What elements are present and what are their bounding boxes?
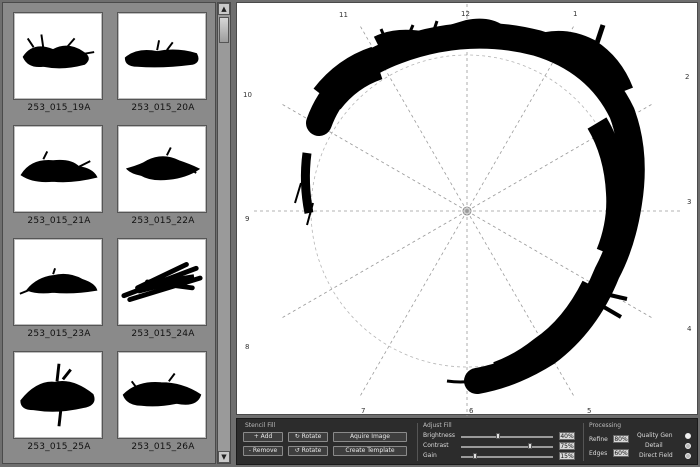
thumbnail-label: 253_015_22A xyxy=(131,216,195,226)
thumbnail-panel: 253_015_19A 253_015_20A 253_015_21A 253_… xyxy=(2,2,216,464)
adjust-group-title: Adjust Fill xyxy=(423,422,452,429)
clock-label-12: 12 xyxy=(461,10,470,18)
thumbnail-item[interactable]: 253_015_22A xyxy=(111,120,215,232)
thumbnail-image[interactable] xyxy=(117,125,207,213)
gain-slider-knob[interactable] xyxy=(472,453,477,459)
thumbnail-item[interactable]: 253_015_20A xyxy=(111,7,215,119)
detail-radio[interactable] xyxy=(685,443,691,449)
brightness-slider-knob[interactable] xyxy=(495,433,500,439)
thumbnail-label: 253_015_23A xyxy=(27,329,91,339)
app-window: 253_015_19A 253_015_20A 253_015_21A 253_… xyxy=(0,0,700,467)
thumbnail-image[interactable] xyxy=(117,12,207,100)
clock-label-7: 7 xyxy=(361,407,366,415)
clock-label-10: 10 xyxy=(243,91,252,99)
thumbnail-image[interactable] xyxy=(117,238,207,326)
clock-label-1: 1 xyxy=(573,10,578,18)
divider xyxy=(417,423,418,461)
scroll-thumb[interactable] xyxy=(219,17,229,43)
edges-value[interactable]: 60% xyxy=(613,449,629,457)
clock-label-4: 4 xyxy=(687,325,692,333)
thumbnail-item[interactable]: 253_015_19A xyxy=(7,7,111,119)
direct-field-radio[interactable] xyxy=(685,453,691,459)
scroll-up-arrow-icon[interactable]: ▲ xyxy=(218,3,230,15)
brightness-value[interactable]: 40% xyxy=(559,432,575,440)
thumbnail-item[interactable]: 253_015_23A xyxy=(7,233,111,345)
clock-label-6: 6 xyxy=(469,407,474,415)
scroll-down-arrow-icon[interactable]: ▼ xyxy=(218,451,230,463)
clock-label-2: 2 xyxy=(685,73,690,81)
thumbnail-item[interactable]: 253_015_25A xyxy=(7,346,111,458)
add-button[interactable]: + Add xyxy=(243,432,283,442)
thumbnail-image[interactable] xyxy=(117,351,207,439)
gain-label: Gain xyxy=(423,452,437,459)
gain-value[interactable]: 15% xyxy=(559,452,575,460)
clock-label-9: 9 xyxy=(245,215,250,223)
quality-gen-radio[interactable] xyxy=(685,433,691,439)
thumbnail-item[interactable]: 253_015_24A xyxy=(111,233,215,345)
stencil-group-title: Stencil Fill xyxy=(245,422,276,429)
create-template-button[interactable]: Create Template xyxy=(333,446,407,456)
divider xyxy=(583,423,584,461)
thumbnail-image[interactable] xyxy=(13,238,103,326)
brightness-slider[interactable] xyxy=(461,436,553,438)
refine-label: Refine xyxy=(589,436,608,443)
thumbnail-label: 253_015_25A xyxy=(27,442,91,452)
image-canvas[interactable]: 12 1 2 3 4 5 6 7 8 9 10 11 xyxy=(236,2,698,416)
thumbnail-label: 253_015_24A xyxy=(131,329,195,339)
rotate-cw-button[interactable]: ↻ Rotate xyxy=(288,432,328,442)
contrast-label: Contrast xyxy=(423,442,449,449)
detail-label: Detail xyxy=(645,442,663,449)
direct-field-label: Direct Field xyxy=(639,452,673,459)
thumbnail-image[interactable] xyxy=(13,125,103,213)
clock-label-3: 3 xyxy=(687,198,692,206)
contrast-slider[interactable] xyxy=(461,446,553,448)
clock-label-8: 8 xyxy=(245,343,250,351)
radial-guide-line xyxy=(359,210,468,398)
rotate-ccw-button[interactable]: ↺ Rotate xyxy=(288,446,328,456)
refine-value[interactable]: 80% xyxy=(613,435,629,443)
quality-gen-label: Quality Gen xyxy=(637,432,673,439)
thumbnail-image[interactable] xyxy=(13,12,103,100)
thumbnail-label: 253_015_20A xyxy=(131,103,195,113)
remove-button[interactable]: - Remove xyxy=(243,446,283,456)
thumbnail-item[interactable]: 253_015_26A xyxy=(111,346,215,458)
thumbnail-label: 253_015_21A xyxy=(27,216,91,226)
brightness-label: Brightness xyxy=(423,432,455,439)
processing-group-title: Processing xyxy=(589,422,622,429)
clock-label-5: 5 xyxy=(587,407,592,415)
thumbnail-label: 253_015_26A xyxy=(131,442,195,452)
logogram-view xyxy=(252,3,682,416)
edges-label: Edges xyxy=(589,450,608,457)
thumbnail-item[interactable]: 253_015_21A xyxy=(7,120,111,232)
radial-guide-line xyxy=(280,210,468,319)
acquire-image-button[interactable]: Aquire Image xyxy=(333,432,407,442)
contrast-slider-knob[interactable] xyxy=(528,443,532,449)
thumbnail-label: 253_015_19A xyxy=(27,103,91,113)
control-bar: Stencil Fill + Add - Remove ↻ Rotate ↺ R… xyxy=(236,418,698,465)
thumbnail-scrollbar[interactable]: ▲ ▼ xyxy=(217,2,231,464)
contrast-value[interactable]: 75% xyxy=(559,442,575,450)
clock-label-11: 11 xyxy=(339,11,348,19)
thumbnail-image[interactable] xyxy=(13,351,103,439)
